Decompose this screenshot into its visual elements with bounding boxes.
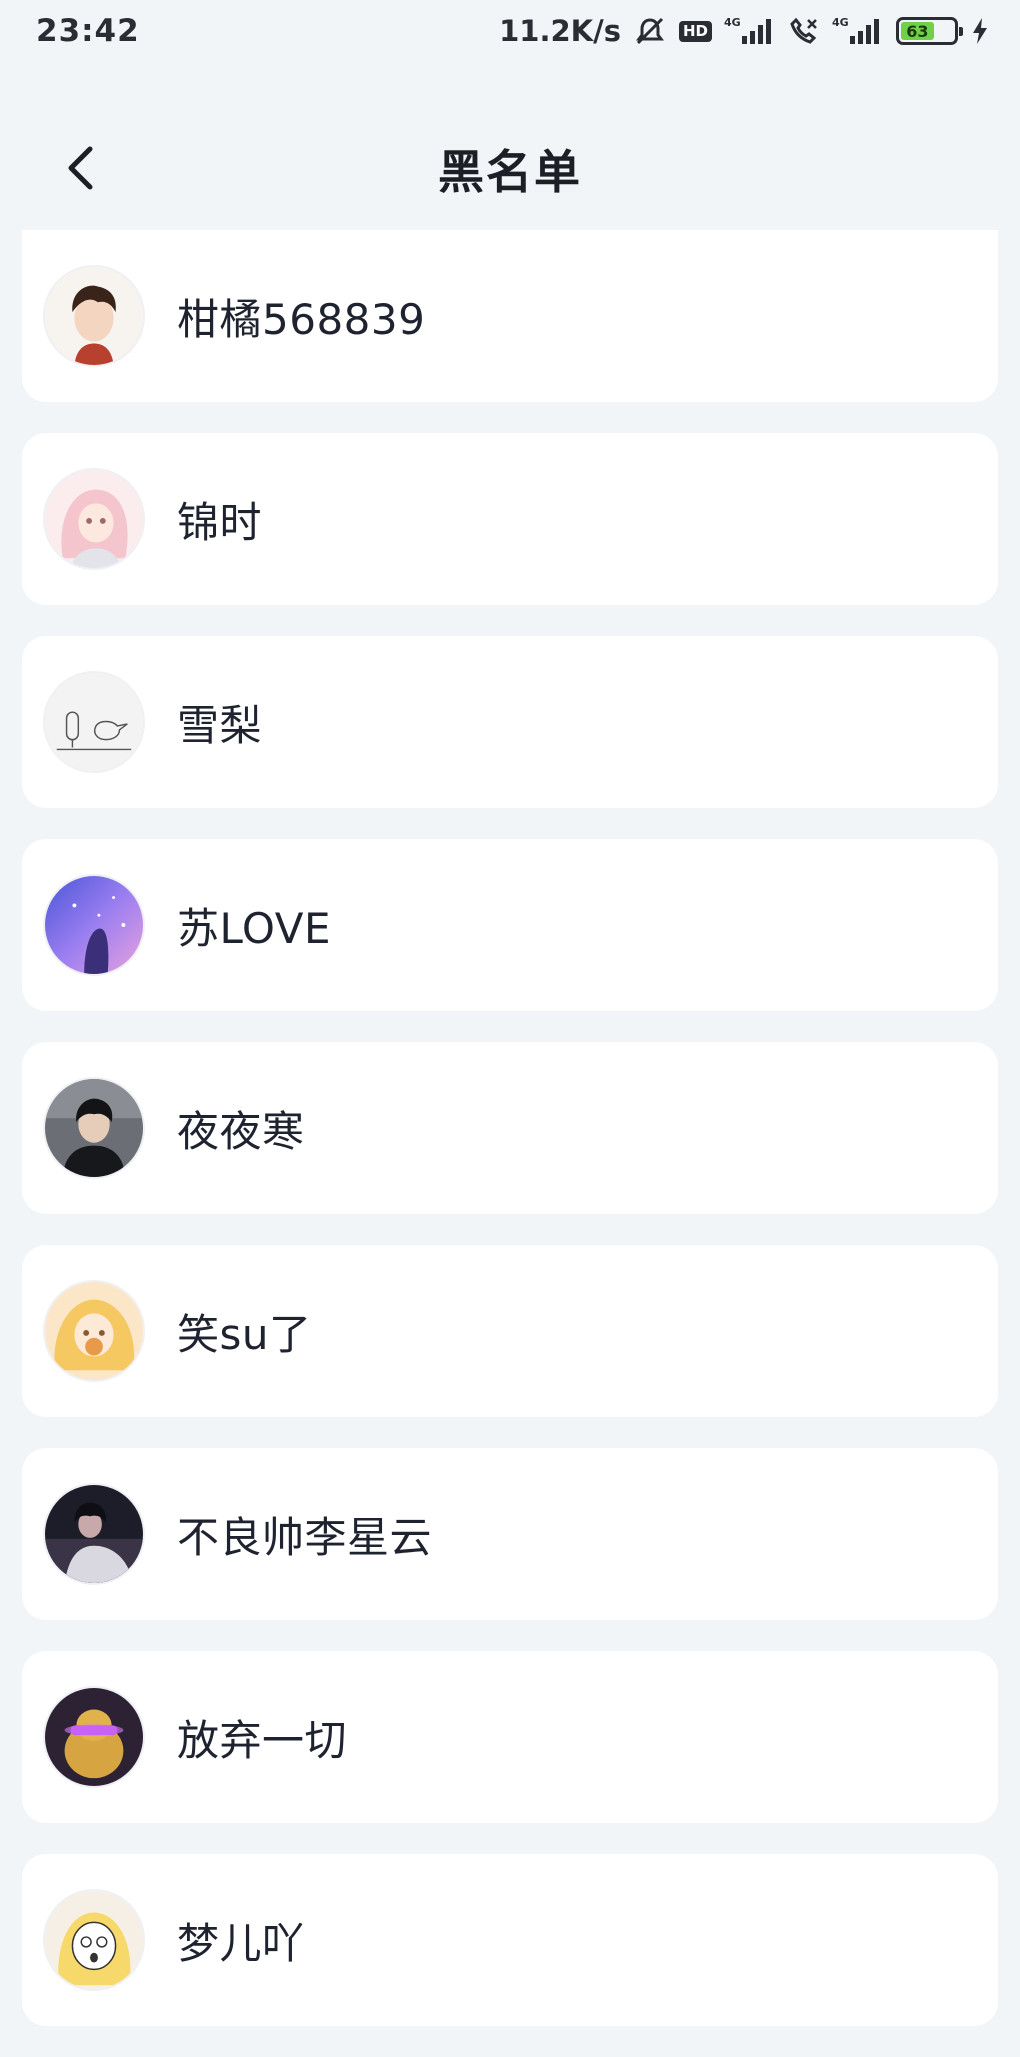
status-time: 23:42 [36,13,140,49]
header: 黑名单 [0,110,1020,230]
avatar [43,468,145,570]
blacklist-item[interactable]: 笑su了 [22,1245,998,1417]
blacklist-item[interactable]: 夜夜寒 [22,1042,998,1214]
svg-text:4G: 4G [724,16,741,29]
avatar [43,671,145,773]
user-name: 柑橘568839 [177,294,426,344]
hd-icon: HD [678,20,712,42]
status-icons: 11.2K/s HD 4G 4G 63 [499,14,990,48]
blacklist: 柑橘568839 锦时 雪梨 苏LOVE 夜夜寒 笑su了 不良帅李星云 放弃一… [22,230,998,2057]
battery-icon: 63 [896,17,963,45]
signal-4g-icon: 4G [832,16,884,46]
charging-icon [970,16,990,46]
network-speed: 11.2K/s [499,14,621,48]
blacklist-item[interactable]: 柑橘568839 [22,230,998,402]
page-title: 黑名单 [438,145,582,199]
user-name: 不良帅李星云 [177,1512,433,1562]
user-name: 雪梨 [177,700,263,750]
avatar [43,1077,145,1179]
user-name: 苏LOVE [177,903,331,953]
blacklist-item[interactable]: 锦时 [22,433,998,605]
avatar [43,1280,145,1382]
blacklist-item[interactable]: 不良帅李星云 [22,1448,998,1620]
battery-level: 63 [901,22,934,41]
user-name: 锦时 [177,497,263,547]
user-name: 放弃一切 [177,1715,348,1765]
status-bar: 23:42 11.2K/s HD 4G 4G 63 [0,0,1020,62]
blacklist-item[interactable]: 雪梨 [22,636,998,808]
avatar [43,1686,145,1788]
blacklist-item[interactable]: 梦儿吖 [22,1854,998,2026]
signal-4g-icon: 4G [724,16,776,46]
svg-text:4G: 4G [832,16,849,29]
blacklist-item[interactable]: 苏LOVE [22,839,998,1011]
avatar [43,1483,145,1585]
mute-bell-icon [633,16,667,46]
user-name: 夜夜寒 [177,1106,305,1156]
avatar [43,874,145,976]
user-name: 梦儿吖 [177,1918,305,1968]
user-name: 笑su了 [177,1309,312,1359]
avatar [43,1889,145,1991]
avatar [43,265,145,367]
blacklist-item[interactable]: 放弃一切 [22,1651,998,1823]
call-blocked-icon [788,16,820,46]
